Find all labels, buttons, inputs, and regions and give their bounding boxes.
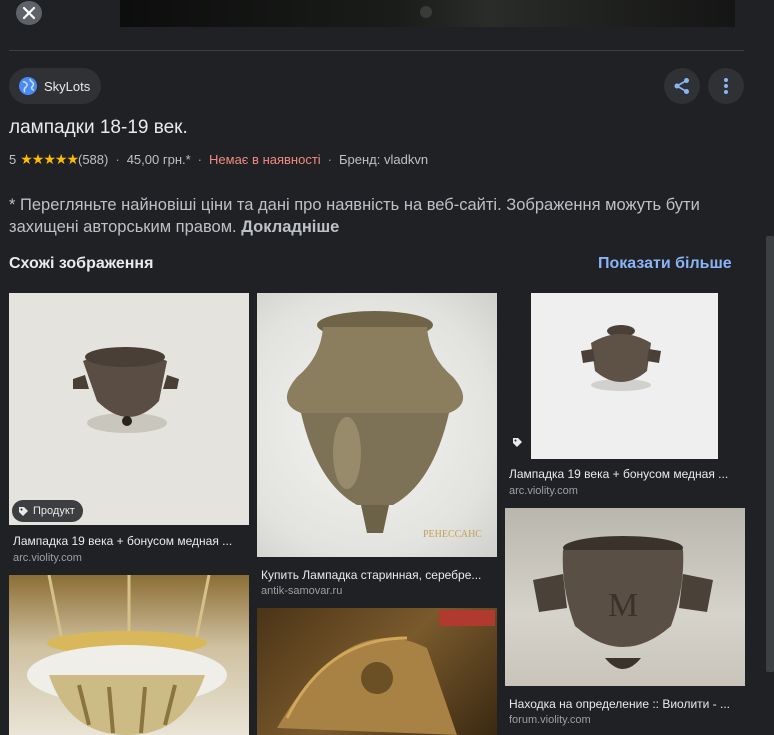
separator: · xyxy=(327,152,333,167)
globe-icon xyxy=(19,77,37,95)
similar-images-heading: Схожі зображення xyxy=(9,255,154,272)
product-meta: 5 ★★★★★ (588) · 45,00 грн.* · Немає в на… xyxy=(9,151,428,168)
product-badge xyxy=(507,431,528,453)
more-vert-icon xyxy=(724,78,728,94)
similar-image-card[interactable]: Продукт Лампадка 19 века + бонусом медна… xyxy=(9,293,249,568)
lamp-image: Продукт xyxy=(9,293,249,525)
show-more-link[interactable]: Показати більше xyxy=(598,255,732,273)
star-rating-icon: ★★★★★ xyxy=(20,151,79,167)
separator: · xyxy=(115,152,120,167)
share-button[interactable] xyxy=(664,68,700,104)
brand: Бренд: vladkvn xyxy=(339,152,429,167)
similar-image-card[interactable]: РЕНЕССАНС Купить Лампадка старинная, сер… xyxy=(257,293,497,600)
disclaimer-text: * Перегляньте найновіші ціни та дані про… xyxy=(9,196,700,236)
share-icon xyxy=(674,78,689,94)
similar-image-card[interactable]: Лампадка 19 века + бонусом медная ... ar… xyxy=(505,293,745,500)
lamp-image xyxy=(9,575,249,735)
card-source: forum.violity.com xyxy=(509,714,591,726)
more-options-button[interactable] xyxy=(708,68,744,104)
lamp-image xyxy=(531,293,718,459)
review-count: (588) xyxy=(78,152,109,167)
product-title: лампадки 18-19 век. xyxy=(9,117,188,138)
divider xyxy=(9,50,744,51)
similar-image-card[interactable] xyxy=(257,608,497,735)
learn-more-link[interactable]: Докладніше xyxy=(241,218,339,236)
tag-icon xyxy=(19,506,28,516)
lamp-image: M xyxy=(505,508,745,686)
card-source: antik-samovar.ru xyxy=(261,585,343,597)
watermark-text: РЕНЕССАНС xyxy=(423,529,482,540)
close-icon xyxy=(22,6,36,20)
main-image-preview[interactable] xyxy=(120,0,735,27)
similar-image-card[interactable] xyxy=(9,575,249,735)
source-name: SkyLots xyxy=(44,78,91,94)
lamp-image xyxy=(257,608,497,735)
card-title: Лампадка 19 века + бонусом медная ... xyxy=(13,534,233,548)
top-image-strip xyxy=(0,0,774,28)
card-source: arc.violity.com xyxy=(13,552,82,564)
similar-image-card[interactable]: M Находка на определение :: Виолити - ..… xyxy=(505,508,745,728)
product-badge: Продукт xyxy=(12,500,83,522)
tag-icon xyxy=(513,437,522,447)
card-source: arc.violity.com xyxy=(509,485,578,497)
lamp-image: РЕНЕССАНС xyxy=(257,293,497,557)
close-button[interactable] xyxy=(16,1,42,25)
svg-text:M: M xyxy=(608,587,638,624)
badge-label: Продукт xyxy=(33,505,75,517)
separator: · xyxy=(197,152,203,167)
source-chip[interactable]: SkyLots xyxy=(9,68,102,104)
card-title: Находка на определение :: Виолити - ... xyxy=(509,697,731,711)
availability-status: Немає в наявності xyxy=(209,152,321,167)
card-title: Лампадка 19 века + бонусом медная ... xyxy=(509,467,729,481)
card-title: Купить Лампадка старинная, серебре... xyxy=(261,568,482,582)
disclaimer: * Перегляньте найновіші ціни та дані про… xyxy=(9,194,739,238)
rating-value: 5 xyxy=(9,152,17,167)
scrollbar[interactable] xyxy=(766,236,774,672)
price: 45,00 грн.* xyxy=(126,152,191,167)
